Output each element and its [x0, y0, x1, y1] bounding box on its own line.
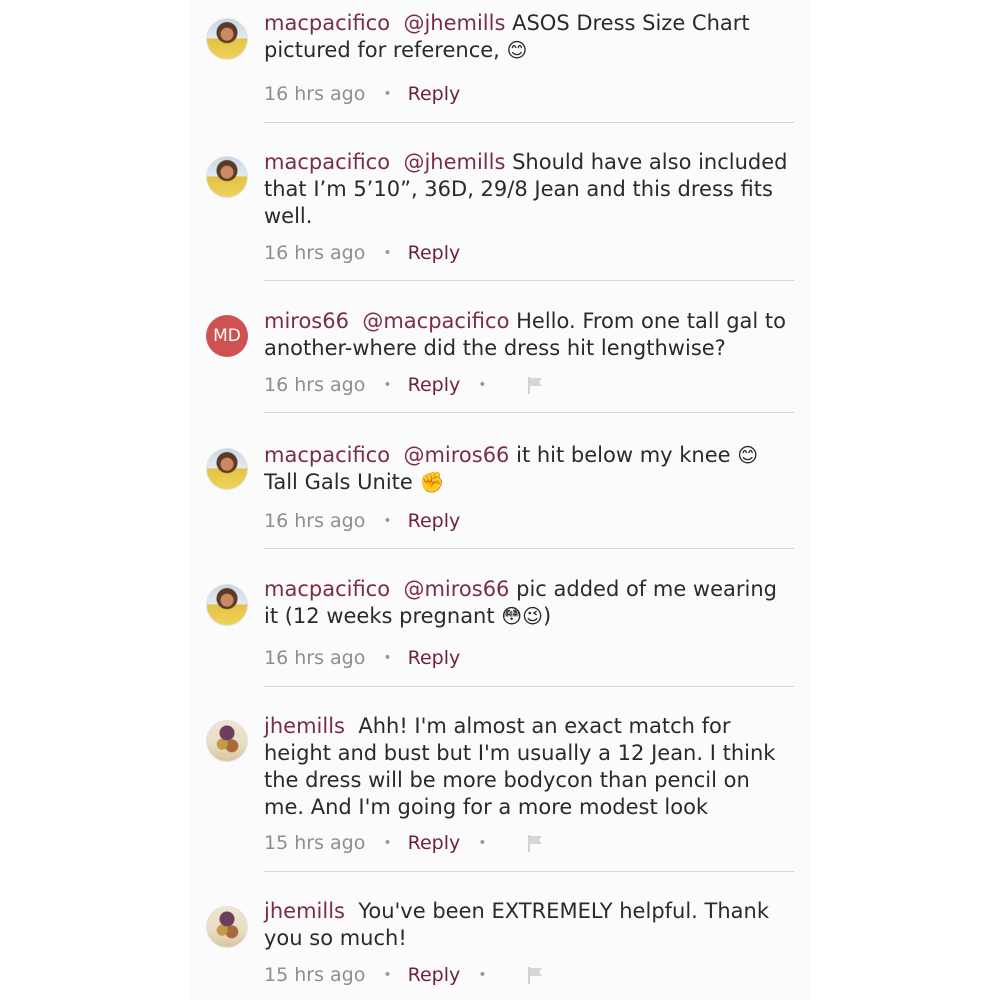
comment-meta: 16 hrs ago • Reply	[264, 242, 460, 264]
timestamp: 16 hrs ago	[264, 374, 366, 396]
comment-meta: 16 hrs ago • Reply	[264, 647, 460, 669]
mention-link[interactable]: @miros66	[403, 577, 509, 601]
dot-separator: •	[383, 967, 392, 983]
timestamp: 16 hrs ago	[264, 242, 366, 264]
dot-separator: •	[383, 650, 392, 666]
divider	[264, 686, 794, 687]
dot-separator: •	[478, 835, 487, 851]
timestamp: 16 hrs ago	[264, 510, 366, 532]
comment-text: macpacifico @miros66 pic added of me wea…	[264, 576, 794, 630]
comment-meta: 16 hrs ago • Reply •	[264, 374, 547, 396]
username-link[interactable]: macpacifico	[264, 443, 390, 467]
comment-text: jhemills You've been EXTREMELY helpful. …	[264, 898, 794, 952]
comment-meta: 16 hrs ago • Reply	[264, 510, 460, 532]
avatar[interactable]	[206, 906, 248, 948]
divider	[264, 871, 794, 872]
reply-button[interactable]: Reply	[408, 964, 461, 986]
flushed-wink-emoji-icon: 😳😉	[501, 604, 543, 628]
comment-text: miros66 @macpacifico Hello. From one tal…	[264, 308, 794, 362]
comment-text: macpacifico @jhemills ASOS Dress Size Ch…	[264, 10, 794, 64]
comment-body: jhemills Ahh! I'm almost an exact match …	[264, 713, 794, 821]
reply-button[interactable]: Reply	[408, 510, 461, 532]
comment-body: miros66 @macpacifico Hello. From one tal…	[264, 308, 794, 362]
dot-separator: •	[383, 835, 392, 851]
reply-button[interactable]: Reply	[408, 83, 461, 105]
username-link[interactable]: macpacifico	[264, 11, 390, 35]
mention-link[interactable]: @jhemills	[403, 11, 505, 35]
timestamp: 16 hrs ago	[264, 83, 366, 105]
comments-panel: macpacifico @jhemills ASOS Dress Size Ch…	[190, 0, 810, 1000]
mention-link[interactable]: @miros66	[403, 443, 509, 467]
avatar[interactable]: MD	[206, 315, 248, 357]
comment-body: macpacifico @jhemills Should have also i…	[264, 149, 794, 230]
fist-emoji-icon: ✊	[419, 470, 445, 494]
dot-separator: •	[383, 377, 392, 393]
comment-text: macpacifico @jhemills Should have also i…	[264, 149, 794, 230]
reply-button[interactable]: Reply	[408, 647, 461, 669]
dot-separator: •	[383, 86, 392, 102]
mention-link[interactable]: @jhemills	[403, 150, 505, 174]
username-link[interactable]: jhemills	[264, 714, 345, 738]
mention-link[interactable]: @macpacifico	[362, 309, 509, 333]
dot-separator: •	[383, 513, 392, 529]
comment-text: macpacifico @miros66 it hit below my kne…	[264, 442, 794, 496]
smile-emoji-icon: 😊	[506, 38, 528, 62]
dot-separator: •	[478, 967, 487, 983]
avatar[interactable]	[206, 720, 248, 762]
reply-button[interactable]: Reply	[408, 242, 461, 264]
dot-separator: •	[383, 245, 392, 261]
avatar[interactable]	[206, 18, 248, 60]
flag-icon[interactable]	[525, 832, 547, 854]
username-link[interactable]: macpacifico	[264, 577, 390, 601]
flag-icon[interactable]	[525, 964, 547, 986]
comment-message-cont: Tall Gals Unite	[264, 470, 413, 494]
comment-body: jhemills You've been EXTREMELY helpful. …	[264, 898, 794, 952]
username-link[interactable]: jhemills	[264, 899, 345, 923]
divider	[264, 280, 794, 281]
comment-body: macpacifico @jhemills ASOS Dress Size Ch…	[264, 10, 794, 64]
comment-message: it hit below my knee	[516, 443, 731, 467]
timestamp: 16 hrs ago	[264, 647, 366, 669]
smile-emoji-icon: 😊	[737, 443, 759, 467]
reply-button[interactable]: Reply	[408, 832, 461, 854]
reply-button[interactable]: Reply	[408, 374, 461, 396]
comment-body: macpacifico @miros66 pic added of me wea…	[264, 576, 794, 630]
avatar[interactable]	[206, 448, 248, 490]
divider	[264, 412, 794, 413]
comment-meta: 15 hrs ago • Reply •	[264, 964, 547, 986]
comment-text: jhemills Ahh! I'm almost an exact match …	[264, 713, 794, 821]
username-link[interactable]: miros66	[264, 309, 349, 333]
flag-icon[interactable]	[525, 374, 547, 396]
comment-message-cont: )	[543, 604, 552, 628]
dot-separator: •	[478, 377, 487, 393]
avatar[interactable]	[206, 156, 248, 198]
comment-body: macpacifico @miros66 it hit below my kne…	[264, 442, 794, 496]
timestamp: 15 hrs ago	[264, 832, 366, 854]
comment-meta: 16 hrs ago • Reply	[264, 83, 460, 105]
divider	[264, 122, 794, 123]
avatar[interactable]	[206, 584, 248, 626]
comment-meta: 15 hrs ago • Reply •	[264, 832, 547, 854]
timestamp: 15 hrs ago	[264, 964, 366, 986]
divider	[264, 548, 794, 549]
username-link[interactable]: macpacifico	[264, 150, 390, 174]
